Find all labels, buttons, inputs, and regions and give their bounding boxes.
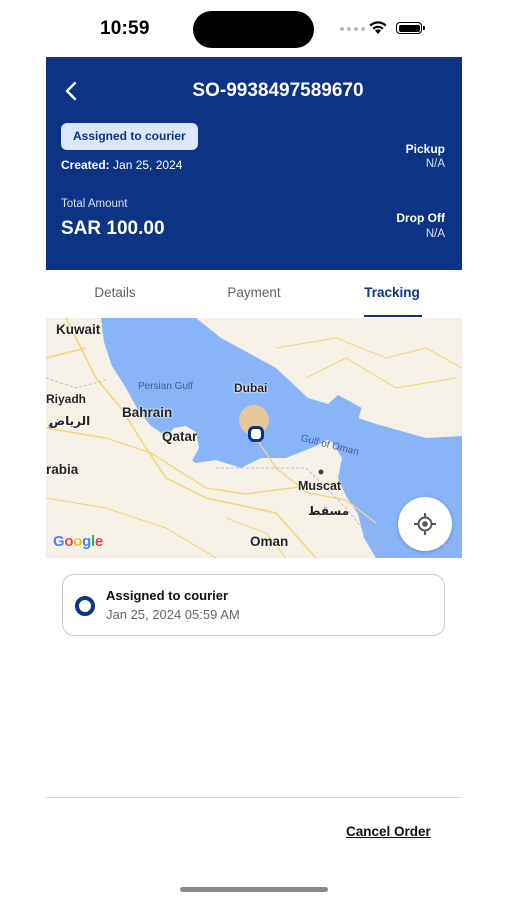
pickup-value: N/A	[425, 158, 445, 170]
tracking-event-card: Assigned to courier Jan 25, 2024 05:59 A…	[62, 574, 445, 636]
created-value: Jan 25, 2024	[113, 158, 183, 172]
status-badge: Assigned to courier	[61, 123, 198, 150]
tab-details[interactable]: Details	[70, 271, 160, 317]
created-date: Created: Jan 25, 2024	[61, 158, 182, 172]
map-label-dubai: Dubai	[234, 381, 268, 395]
event-title: Assigned to courier	[106, 588, 229, 603]
courier-location-marker[interactable]	[248, 426, 264, 442]
map-label-arabia: rabia	[46, 462, 79, 477]
dynamic-island	[193, 11, 314, 48]
dropoff-value: N/A	[425, 228, 445, 240]
map-label-oman: Oman	[250, 534, 289, 549]
map-label-riyadh-arabic: الرياض	[49, 414, 91, 428]
status-icons	[340, 19, 430, 39]
map-label-riyadh: Riyadh	[46, 392, 87, 406]
tab-bar: Details Payment Tracking	[46, 271, 462, 317]
created-label: Created:	[61, 158, 110, 172]
map-label-kuwait: Kuwait	[56, 322, 101, 337]
google-logo: Google	[53, 533, 103, 550]
total-amount-value: SAR 100.00	[61, 218, 165, 239]
active-tab-indicator	[364, 315, 422, 317]
crosshair-icon	[414, 513, 436, 535]
footer-divider	[46, 797, 462, 798]
home-indicator	[180, 887, 328, 892]
order-id-title: SO-9938497589670	[192, 80, 364, 101]
map-label-persian-gulf: Persian Gulf	[138, 381, 194, 392]
cancel-order-button[interactable]: Cancel Order	[346, 824, 431, 839]
status-ring-icon	[75, 596, 95, 616]
order-header: SO-9938497589670 Assigned to courier Cre…	[46, 57, 462, 270]
map-label-muscat-arabic: مسقط	[308, 504, 350, 518]
tracking-map[interactable]: Kuwait Riyadh الرياض Bahrain Qatar Dubai…	[46, 318, 462, 558]
event-time: Jan 25, 2024 05:59 AM	[106, 607, 240, 622]
dropoff-label: Drop Off	[396, 211, 445, 225]
tab-tracking[interactable]: Tracking	[346, 271, 438, 317]
pickup-label: Pickup	[405, 142, 445, 156]
cellular-signal-icon	[340, 27, 365, 31]
wifi-icon	[369, 21, 387, 34]
status-time: 10:59	[100, 18, 150, 39]
map-label-muscat: Muscat	[298, 479, 342, 493]
tab-payment[interactable]: Payment	[209, 271, 299, 317]
total-amount-label: Total Amount	[61, 198, 128, 210]
map-label-qatar: Qatar	[162, 429, 198, 444]
map-label-bahrain: Bahrain	[122, 405, 173, 420]
my-location-button[interactable]	[398, 497, 452, 551]
battery-icon	[396, 22, 425, 34]
